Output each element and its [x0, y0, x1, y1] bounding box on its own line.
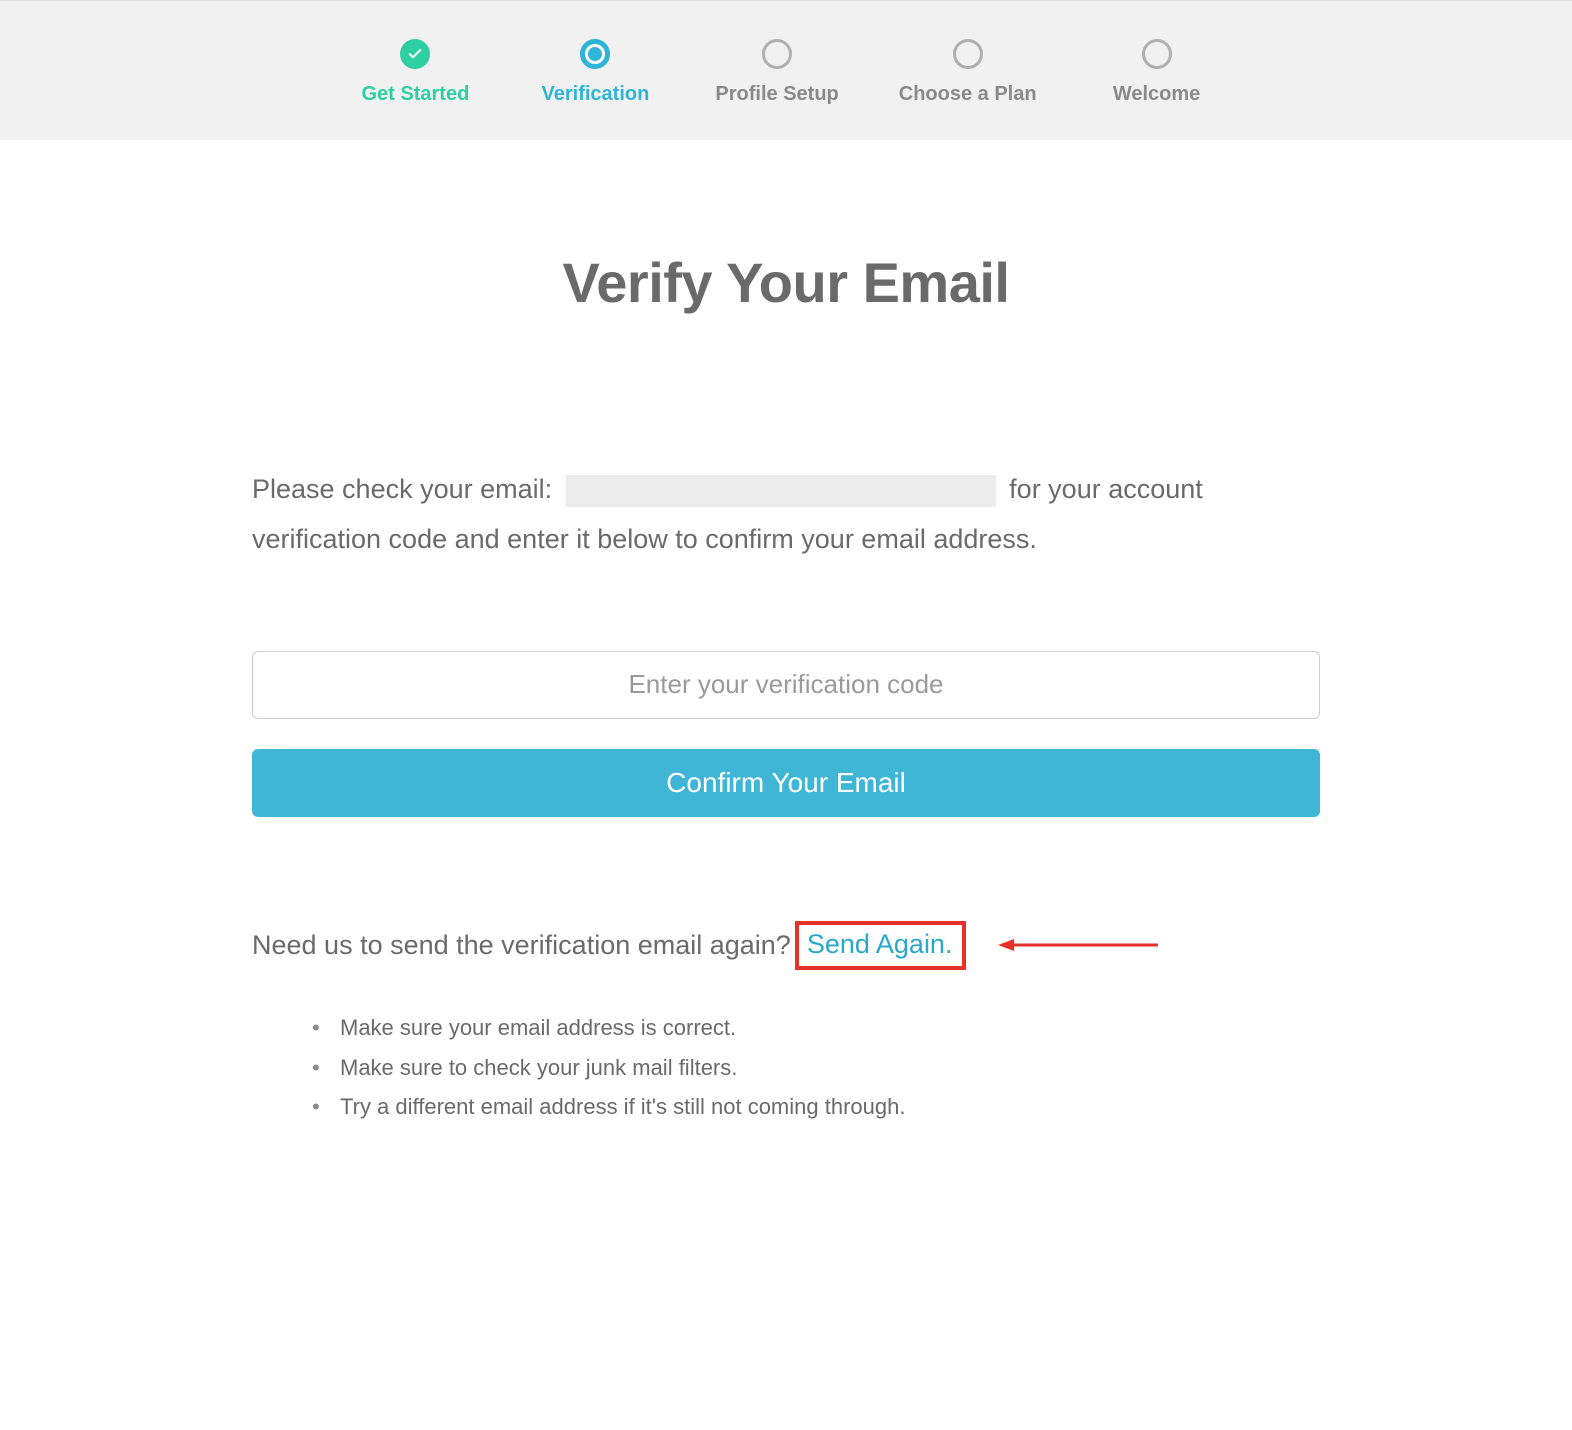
step-label: Verification — [542, 83, 650, 106]
list-item: Try a different email address if it's st… — [312, 1087, 1320, 1127]
inactive-step-icon — [1142, 39, 1172, 69]
list-item: Make sure to check your junk mail filter… — [312, 1048, 1320, 1088]
step-label: Welcome — [1113, 83, 1200, 106]
step-choose-plan[interactable]: Choose a Plan — [899, 39, 1037, 106]
list-item: Make sure your email address is correct. — [312, 1008, 1320, 1048]
step-verification[interactable]: Verification — [535, 39, 655, 106]
tips-list: Make sure your email address is correct.… — [252, 1008, 1320, 1127]
inactive-step-icon — [762, 39, 792, 69]
resend-prompt: Need us to send the verification email a… — [252, 930, 791, 961]
main-content: Verify Your Email Please check your emai… — [232, 250, 1340, 1127]
arrow-left-icon — [998, 933, 1158, 957]
step-label: Get Started — [362, 83, 470, 106]
step-welcome[interactable]: Welcome — [1097, 39, 1217, 106]
step-profile-setup[interactable]: Profile Setup — [715, 39, 838, 106]
step-get-started[interactable]: Get Started — [355, 39, 475, 106]
check-icon — [400, 39, 430, 69]
inactive-step-icon — [953, 39, 983, 69]
email-display — [566, 475, 996, 507]
send-again-link[interactable]: Send Again. — [795, 921, 967, 970]
verification-code-input[interactable] — [252, 651, 1320, 719]
page-title: Verify Your Email — [252, 250, 1320, 315]
instruction-text: Please check your email: for your accoun… — [252, 465, 1320, 565]
instruction-pre: Please check your email: — [252, 474, 552, 504]
confirm-email-button[interactable]: Confirm Your Email — [252, 749, 1320, 817]
step-label: Profile Setup — [715, 83, 838, 106]
active-step-icon — [580, 39, 610, 69]
step-label: Choose a Plan — [899, 83, 1037, 106]
onboarding-stepper: Get Started Verification Profile Setup C… — [0, 0, 1572, 140]
resend-row: Need us to send the verification email a… — [252, 921, 1320, 970]
